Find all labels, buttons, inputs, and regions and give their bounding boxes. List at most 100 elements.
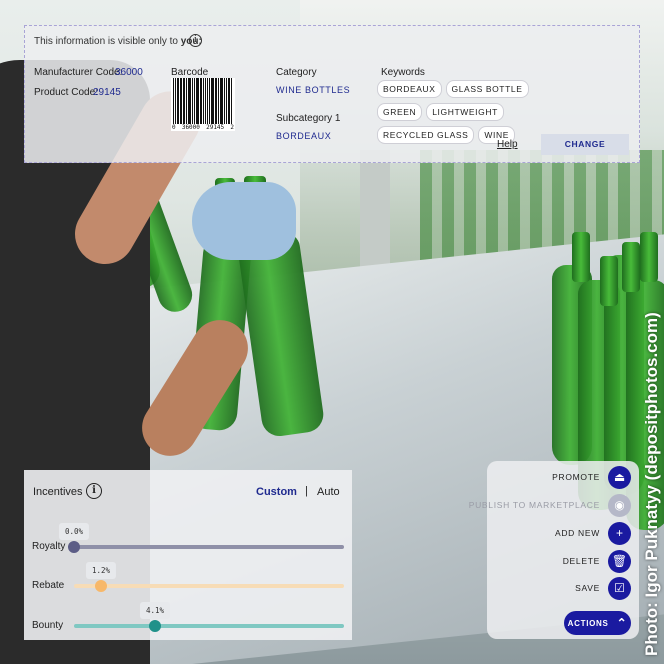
slider-value-bubble: 0.0% (58, 523, 90, 540)
barcode-bar (210, 78, 212, 124)
help-link[interactable]: Help (497, 139, 518, 150)
barcode-bar (179, 78, 182, 124)
visibility-note: This information is visible only to you: (34, 36, 202, 47)
photo-credit-text: Photo: Igor Puknatyy (depositphotos.com) (642, 312, 661, 656)
chevrons-up-icon: ⌃ (616, 616, 628, 630)
barcode-bar (214, 78, 216, 124)
slider-handle[interactable] (95, 580, 107, 592)
barcode-bar (219, 78, 221, 124)
barcode-bar (218, 78, 219, 124)
barcode-digit-group: 36000 (181, 124, 200, 131)
barcode-bar (209, 78, 210, 124)
barcode-bar (174, 78, 176, 124)
mode-auto-toggle[interactable]: Auto (317, 486, 340, 498)
actions-menu-label: ACTIONS (567, 618, 609, 628)
barcode-bar (224, 78, 225, 124)
barcode-bar (191, 78, 194, 124)
barcode-bar (184, 78, 186, 124)
info-icon[interactable]: i (189, 34, 202, 47)
keyword-chip[interactable]: BORDEAUX (377, 80, 442, 98)
barcode-label: Barcode (171, 67, 209, 78)
subcategory-value[interactable]: BORDEAUX (276, 131, 331, 141)
barcode: 0 36000 29145 2 (171, 78, 235, 131)
product-info-panel: This information is visible only to you:… (24, 25, 640, 163)
slider-track[interactable]: 4.1% (74, 602, 344, 632)
barcode-bar (230, 78, 233, 124)
publish-to-marketplace-label: PUBLISH TO MARKETPLACE (468, 500, 600, 510)
delete-action[interactable]: DELETE 🗑 (563, 549, 631, 573)
slider-value-bubble: 1.2% (85, 562, 117, 579)
slider-handle[interactable] (149, 620, 161, 632)
keyword-chip[interactable]: LIGHTWEIGHT (426, 103, 504, 121)
barcode-digit-group: 0 (172, 124, 176, 131)
barcode-bar (227, 78, 229, 124)
info-icon[interactable]: i (86, 483, 102, 499)
category-value[interactable]: WINE BOTTLES (276, 85, 350, 95)
promote-action[interactable]: PROMOTE ⏏ (552, 465, 631, 489)
barcode-bar (202, 78, 204, 124)
manufacturer-code-value: 36000 (115, 67, 143, 78)
barcode-bar (199, 78, 201, 124)
barcode-bar (195, 78, 197, 124)
actions-panel: PROMOTE ⏏ PUBLISH TO MARKETPLACE ◉ ADD NEW + D… (469, 461, 639, 639)
eye-icon: ◉ (608, 493, 631, 517)
keywords-label: Keywords (381, 67, 425, 78)
incentive-slider-rebate: Rebate 1.2% (24, 558, 352, 598)
barcode-bar (229, 78, 230, 124)
save-icon[interactable]: ☑ (608, 576, 631, 600)
blue-glove (192, 182, 296, 260)
barcode-bar (189, 78, 191, 124)
slider-track[interactable]: 1.2% (74, 562, 344, 592)
incentives-panel: Incentives i Custom | Auto Royalty 0.0% Re… (24, 470, 352, 640)
incentive-slider-royalty: Royalty 0.0% (24, 519, 352, 559)
keyword-chip[interactable]: RECYCLED GLASS (377, 126, 475, 144)
slider-track[interactable]: 0.0% (58, 523, 344, 553)
visibility-note-text: This information is visible only to (34, 36, 181, 47)
barcode-digits: 0 36000 29145 2 (171, 124, 235, 131)
barcode-bar (186, 78, 187, 124)
bottle-neck (600, 256, 618, 306)
eject-icon[interactable]: ⏏ (608, 465, 631, 489)
plus-icon[interactable]: + (608, 521, 631, 545)
incentives-title: Incentives (33, 486, 83, 498)
bottle-neck (572, 232, 590, 282)
add-new-action[interactable]: ADD NEW + (555, 521, 631, 545)
publish-to-marketplace-action: PUBLISH TO MARKETPLACE ◉ (469, 493, 631, 517)
manufacturer-code-label: Manufacturer Code: (34, 67, 123, 78)
barcode-bars (171, 78, 235, 124)
barcode-bar (206, 78, 209, 124)
category-label: Category (276, 67, 317, 78)
slider-handle[interactable] (68, 541, 80, 553)
barcode-bar (187, 78, 189, 124)
slider-label: Bounty (32, 620, 64, 631)
barcode-bar (178, 78, 179, 124)
slider-label: Royalty (32, 541, 66, 552)
barcode-bar (201, 78, 202, 124)
product-code-value: 29145 (93, 87, 121, 98)
barcode-bar (216, 78, 218, 124)
barcode-digit-group: 2 (230, 124, 234, 131)
change-button[interactable]: CHANGE (541, 134, 629, 155)
mode-custom-toggle[interactable]: Custom (256, 486, 297, 498)
product-code-label: Product Code: (34, 87, 98, 98)
bottle-neck (622, 242, 640, 292)
delete-label: DELETE (562, 556, 600, 566)
trash-icon[interactable]: 🗑 (608, 549, 631, 573)
barcode-bar (204, 78, 206, 124)
barcode-bar (197, 78, 199, 124)
save-action[interactable]: SAVE ☑ (575, 576, 631, 600)
bottle-neck (640, 232, 658, 282)
barcode-bar (212, 78, 214, 124)
subcategory-label: Subcategory 1 (276, 113, 341, 124)
add-new-label: ADD NEW (554, 528, 600, 538)
barcode-bar (173, 78, 174, 124)
incentive-slider-bounty: Bounty 4.1% (24, 598, 352, 638)
mode-separator: | (305, 485, 308, 497)
keyword-chip[interactable]: GLASS BOTTLE (445, 80, 529, 98)
actions-menu-button[interactable]: ACTIONS ⌃ (564, 611, 631, 635)
slider-value-bubble: 4.1% (139, 602, 171, 619)
barcode-bar (221, 78, 224, 124)
barcode-bar (194, 78, 195, 124)
barcode-bar (176, 78, 178, 124)
keyword-chip[interactable]: GREEN (377, 103, 423, 121)
